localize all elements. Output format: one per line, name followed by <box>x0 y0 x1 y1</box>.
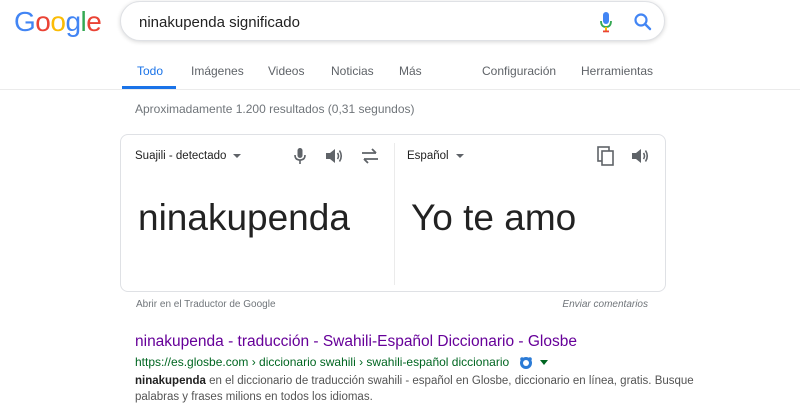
tab-configuracion[interactable]: Configuración <box>482 64 556 78</box>
tab-imagenes[interactable]: Imágenes <box>191 64 244 78</box>
tab-noticias[interactable]: Noticias <box>331 64 374 78</box>
chevron-down-icon <box>233 153 242 158</box>
source-language-label: Suajili - detectado <box>135 150 227 162</box>
snippet-bold: ninakupenda <box>135 375 206 387</box>
active-tab-indicator <box>122 86 176 89</box>
source-text: ninakupenda <box>138 197 350 238</box>
tab-herramientas[interactable]: Herramientas <box>581 64 653 78</box>
result-snippet: ninakupenda en el diccionario de traducc… <box>135 373 695 405</box>
speaker-icon[interactable] <box>629 145 651 167</box>
tab-mas[interactable]: Más <box>399 64 422 78</box>
globe-icon <box>519 356 532 369</box>
logo-letter: o <box>50 6 66 37</box>
result-url: https://es.glosbe.com › diccionario swah… <box>135 355 548 370</box>
target-language-label: Español <box>407 150 449 162</box>
open-in-translate-link[interactable]: Abrir en el Traductor de Google <box>136 299 276 310</box>
search-box[interactable] <box>120 1 665 41</box>
translator-divider <box>394 143 395 285</box>
translator-card: Suajili - detectado Español ninakupenda … <box>120 134 666 292</box>
send-feedback-link[interactable]: Enviar comentarios <box>562 299 648 310</box>
logo-letter: g <box>65 6 81 37</box>
tab-videos[interactable]: Videos <box>268 64 304 78</box>
logo-letter: e <box>86 6 102 37</box>
snippet-text: en el diccionario de traducción swahili … <box>135 375 694 403</box>
google-logo[interactable]: Google <box>14 6 102 38</box>
speaker-icon[interactable] <box>323 145 345 167</box>
logo-letter: G <box>14 6 36 37</box>
search-icon[interactable] <box>632 11 654 33</box>
chevron-down-icon[interactable] <box>539 360 548 366</box>
result-stats: Aproximadamente 1.200 resultados (0,31 s… <box>135 102 415 116</box>
target-language-select[interactable]: Español <box>407 150 464 162</box>
search-tabs: Todo Imágenes Videos Noticias Más Config… <box>0 44 800 90</box>
search-input[interactable] <box>139 11 579 33</box>
swap-languages-icon[interactable] <box>359 145 381 167</box>
copy-icon[interactable] <box>595 145 617 167</box>
logo-letter: o <box>35 6 51 37</box>
translated-text: Yo te amo <box>411 197 577 238</box>
source-language-select[interactable]: Suajili - detectado <box>135 150 242 162</box>
result-title-link[interactable]: ninakupenda - traducción - Swahili-Españ… <box>135 333 577 351</box>
result-url-text: https://es.glosbe.com › diccionario swah… <box>135 355 510 369</box>
mic-icon[interactable] <box>289 145 311 167</box>
tab-todo[interactable]: Todo <box>137 64 163 78</box>
chevron-down-icon <box>455 153 464 158</box>
mic-icon[interactable] <box>599 11 613 33</box>
